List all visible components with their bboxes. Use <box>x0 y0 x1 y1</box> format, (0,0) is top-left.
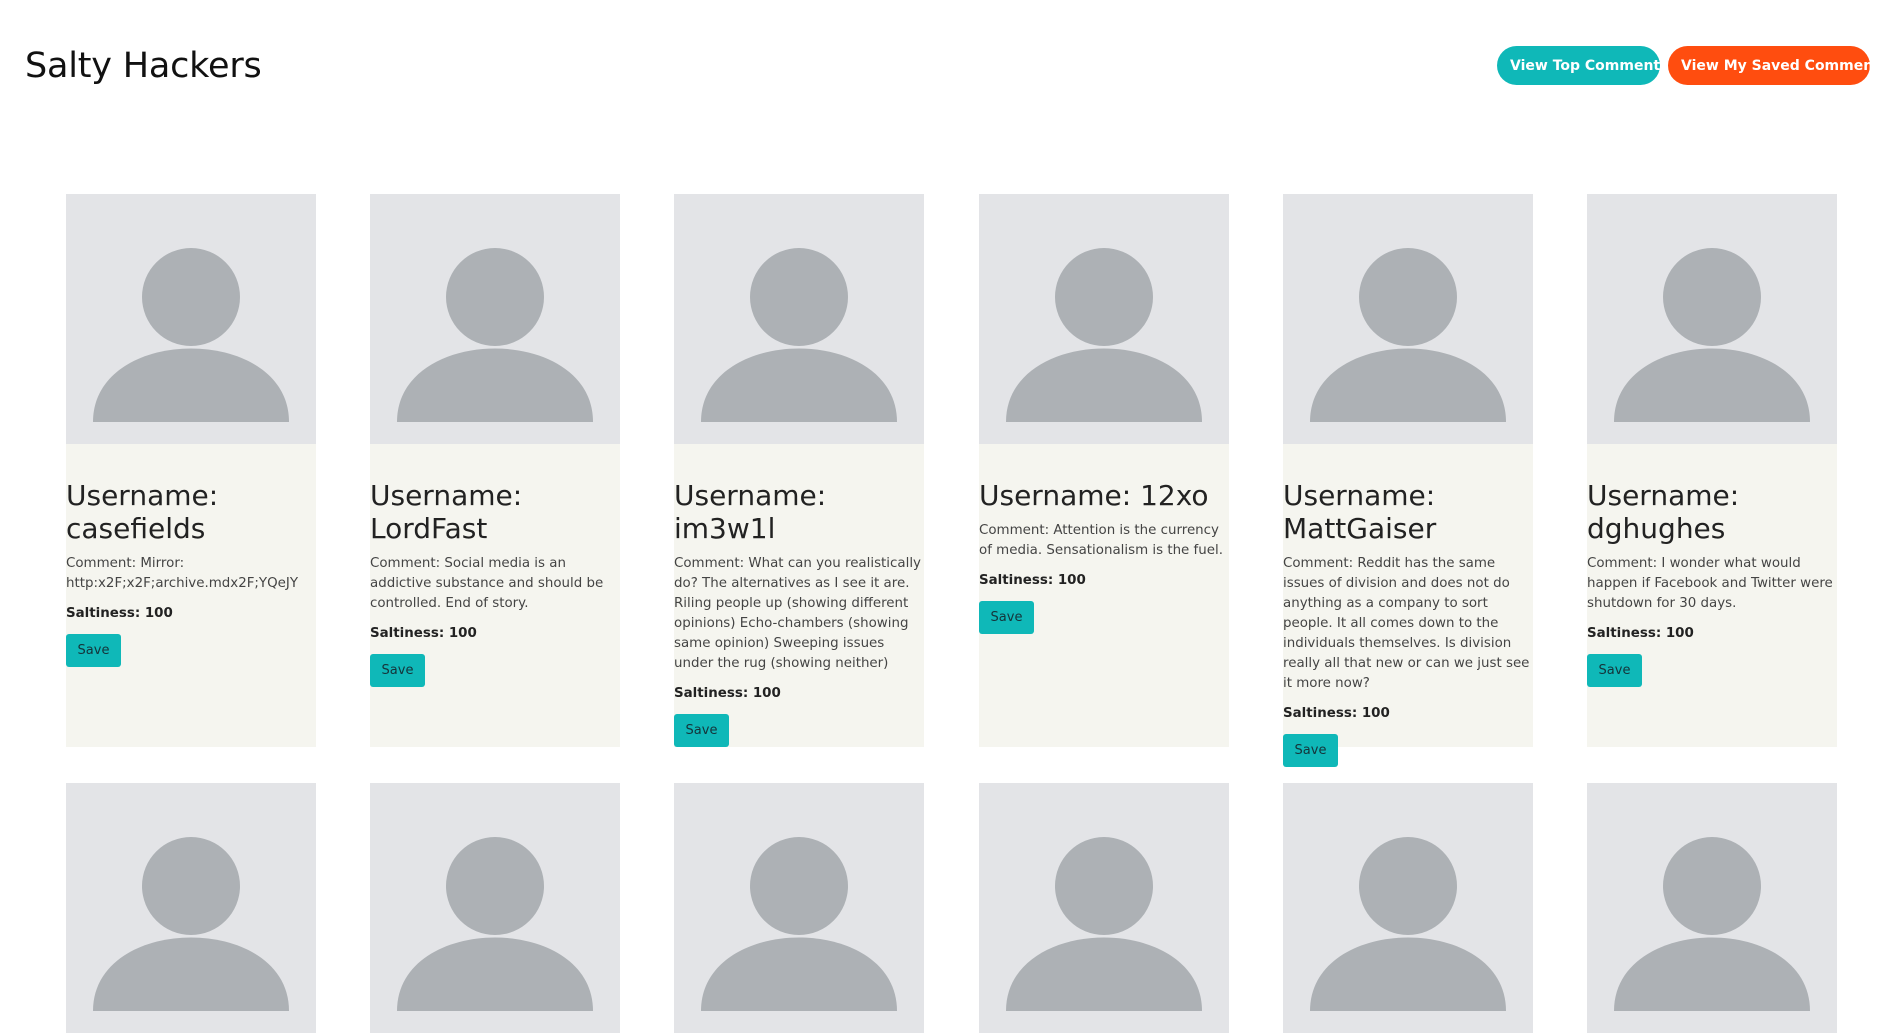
comment-card: Username: 12xo Comment: Attention is the… <box>979 194 1229 747</box>
comment-card <box>979 783 1229 1033</box>
comment-card: Username: dghughes Comment: I wonder wha… <box>1587 194 1837 747</box>
username: Username: im3w1l <box>674 479 827 545</box>
user-placeholder-icon <box>674 194 924 444</box>
comment-card: Username: casefields Comment: Mirror: ht… <box>66 194 316 747</box>
comment-card: Username: MattGaiser Comment: Reddit has… <box>1283 194 1533 767</box>
user-placeholder-icon <box>674 783 924 1033</box>
user-placeholder-icon <box>370 194 620 444</box>
save-button[interactable]: Save <box>370 654 425 687</box>
save-button[interactable]: Save <box>674 714 729 747</box>
card-body: Username: im3w1l Comment: What can you r… <box>674 479 924 747</box>
user-placeholder-icon <box>1283 783 1533 1033</box>
username: Username: 12xo <box>979 479 1209 512</box>
save-button[interactable]: Save <box>1587 654 1642 687</box>
saltiness-score: Saltiness: 100 <box>1283 706 1390 721</box>
comment-card: Username: im3w1l Comment: What can you r… <box>674 194 924 747</box>
comment-text: Comment: What can you realistically do? … <box>674 556 921 671</box>
save-button[interactable]: Save <box>66 634 121 667</box>
saltiness-score: Saltiness: 100 <box>66 606 173 621</box>
comment-text: Comment: Social media is an addictive su… <box>370 556 604 611</box>
user-placeholder-icon <box>1587 783 1837 1033</box>
card-body: Username: dghughes Comment: I wonder wha… <box>1587 479 1837 687</box>
username: Username: LordFast <box>370 479 523 545</box>
page-title: Salty Hackers <box>25 46 262 86</box>
card-body: Username: casefields Comment: Mirror: ht… <box>66 479 316 667</box>
username: Username: MattGaiser <box>1283 479 1437 545</box>
save-button[interactable]: Save <box>979 601 1034 634</box>
card-body: Username: LordFast Comment: Social media… <box>370 479 620 687</box>
saltiness-score: Saltiness: 100 <box>674 686 781 701</box>
comment-text: Comment: Mirror: http:x2F;x2F;archive.md… <box>66 556 299 591</box>
save-button[interactable]: Save <box>1283 734 1338 767</box>
comment-card: Username: LordFast Comment: Social media… <box>370 194 620 747</box>
card-body: Username: MattGaiser Comment: Reddit has… <box>1283 479 1533 767</box>
comment-text: Comment: I wonder what would happen if F… <box>1587 556 1833 611</box>
saltiness-score: Saltiness: 100 <box>370 626 477 641</box>
comment-card <box>1587 783 1837 1033</box>
user-placeholder-icon <box>1587 194 1837 444</box>
user-placeholder-icon <box>66 194 316 444</box>
user-placeholder-icon <box>979 783 1229 1033</box>
view-saved-comments-button[interactable]: View My Saved Comments <box>1668 46 1888 85</box>
user-placeholder-icon <box>1283 194 1533 444</box>
comment-card <box>66 783 316 1033</box>
comment-card <box>674 783 924 1033</box>
comment-text: Comment: Attention is the currency of me… <box>979 523 1223 558</box>
saltiness-score: Saltiness: 100 <box>1587 626 1694 641</box>
username: Username: casefields <box>66 479 219 545</box>
view-top-comments-button[interactable]: View Top Comments <box>1497 46 1668 85</box>
comment-card <box>370 783 620 1033</box>
saltiness-score: Saltiness: 100 <box>979 573 1086 588</box>
comment-card <box>1283 783 1533 1033</box>
header-actions: View Top Comments View My Saved Comments <box>1497 46 1888 85</box>
user-placeholder-icon <box>66 783 316 1033</box>
card-body: Username: 12xo Comment: Attention is the… <box>979 479 1229 634</box>
comment-text: Comment: Reddit has the same issues of d… <box>1283 556 1530 691</box>
username: Username: dghughes <box>1587 479 1740 545</box>
user-placeholder-icon <box>979 194 1229 444</box>
user-placeholder-icon <box>370 783 620 1033</box>
